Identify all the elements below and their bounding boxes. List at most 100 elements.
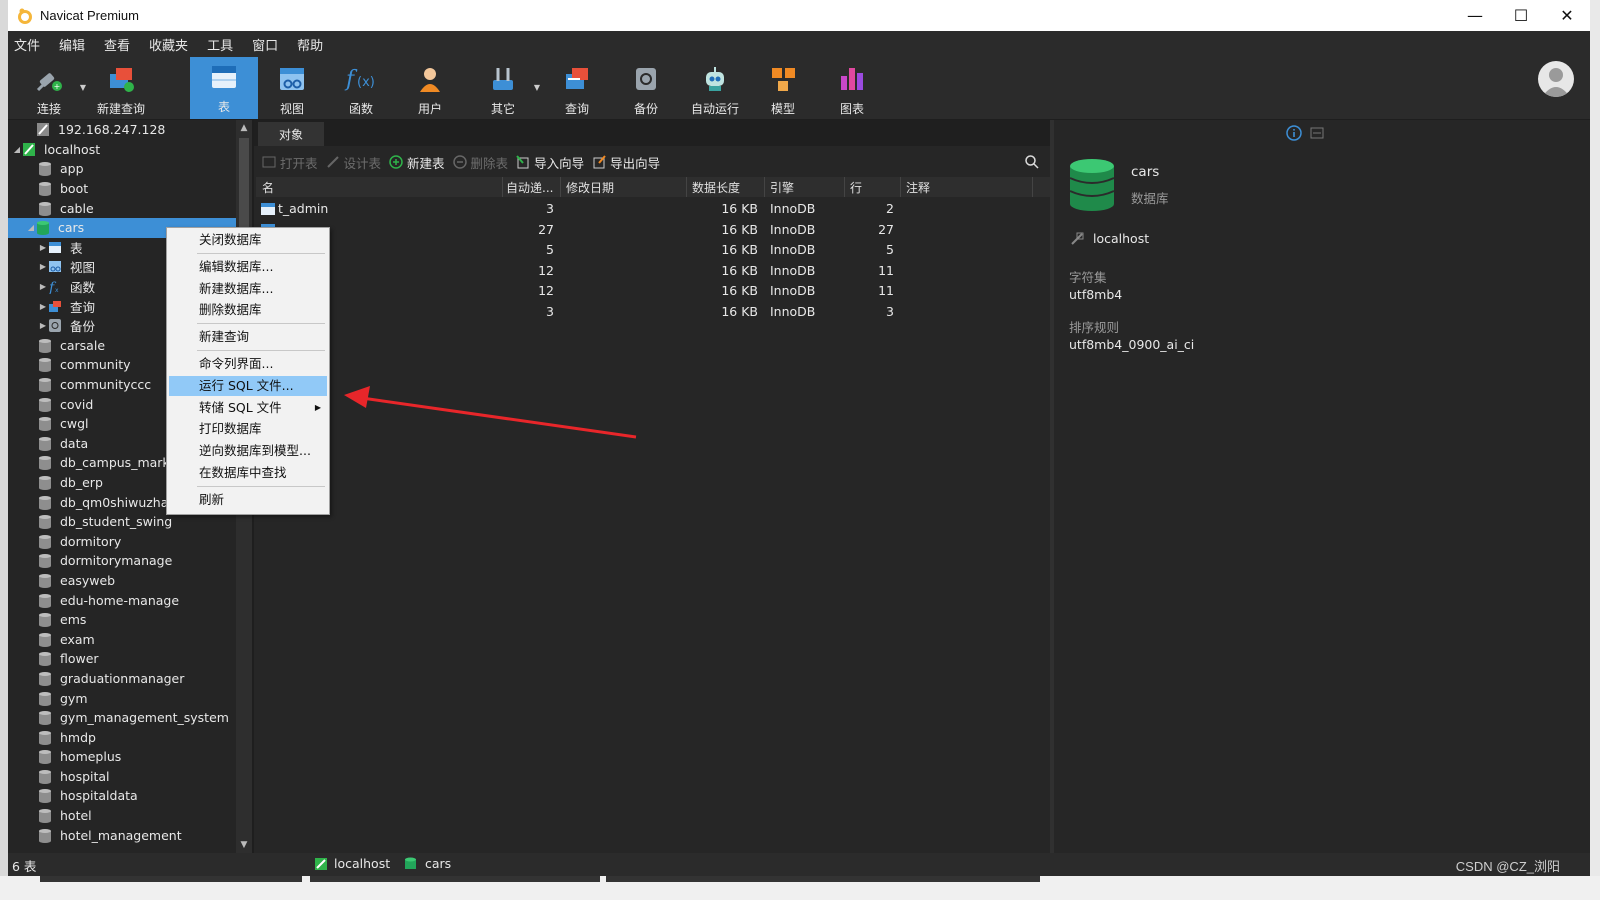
ddl-icon[interactable] — [1310, 126, 1324, 140]
menu-view[interactable]: 查看 — [98, 35, 143, 54]
col-engine[interactable]: 引擎 — [770, 179, 794, 196]
menu-help[interactable]: 帮助 — [291, 35, 336, 54]
expand-icon[interactable]: ▶ — [38, 302, 48, 311]
close-button[interactable]: ✕ — [1544, 0, 1590, 31]
tree-db-homeplus[interactable]: homeplus — [8, 747, 236, 767]
col-auto-increment[interactable]: 自动递... — [506, 179, 553, 196]
chart-button[interactable]: 图表 — [819, 59, 885, 117]
query-label: 查询 — [564, 102, 589, 116]
navicat-logo-icon — [18, 8, 32, 24]
expand-icon[interactable]: ▶ — [38, 282, 48, 291]
info-icon[interactable] — [1286, 125, 1302, 141]
menu-delete-database[interactable]: 删除数据库 — [169, 300, 327, 320]
user-avatar[interactable] — [1538, 61, 1574, 97]
cell-auto-increment: 12 — [538, 262, 554, 278]
tree-db-hospital[interactable]: hospital — [8, 767, 236, 787]
tree-db-ems[interactable]: ems — [8, 610, 236, 630]
tree-db-gym[interactable]: gym — [8, 688, 236, 708]
expand-icon[interactable]: ▶ — [38, 243, 48, 252]
connect-button[interactable]: + 连接 ▼ — [16, 59, 86, 117]
export-wizard-button[interactable]: 导出向导 — [592, 153, 660, 172]
scroll-down-icon[interactable]: ▼ — [236, 837, 252, 853]
tree-db-dormitorymanage[interactable]: dormitorymanage — [8, 551, 236, 571]
collapse-icon[interactable]: ◢ — [26, 223, 36, 232]
tree-db-hmdp[interactable]: hmdp — [8, 727, 236, 747]
tree-conn-remote[interactable]: 192.168.247.128 — [8, 120, 236, 140]
tree-db-edu-home-manage[interactable]: edu-home-manage — [8, 590, 236, 610]
menu-run-sql-file[interactable]: 运行 SQL 文件... — [169, 376, 327, 396]
menu-reverse-to-model[interactable]: 逆向数据库到模型... — [169, 441, 327, 461]
tree-db-app[interactable]: app — [8, 159, 236, 179]
table-row[interactable]: t_admin 3 16 KB InnoDB 2 — [256, 199, 1050, 220]
table-row[interactable]: 27 16 KB InnoDB 27 — [256, 220, 1050, 241]
other-button[interactable]: 其它 ▼ — [470, 59, 540, 117]
tree-conn-localhost[interactable]: ◢ localhost — [8, 140, 236, 160]
menu-new-query[interactable]: 新建查询 — [169, 327, 327, 347]
import-wizard-button[interactable]: 导入向导 — [516, 153, 584, 172]
col-data-length[interactable]: 数据长度 — [692, 179, 740, 196]
collapse-icon[interactable]: ◢ — [12, 145, 22, 154]
menu-print-database[interactable]: 打印数据库 — [169, 419, 327, 439]
tree-db-flower[interactable]: flower — [8, 649, 236, 669]
table-row[interactable]: 12 16 KB InnoDB 11 — [256, 281, 1050, 302]
table-row[interactable]: egory516 KBInnoDB5 — [256, 240, 1050, 261]
menu-new-database[interactable]: 新建数据库... — [169, 279, 327, 299]
col-name[interactable]: 名 — [262, 179, 274, 196]
open-table-button[interactable]: 打开表 — [262, 153, 318, 172]
tree-db-graduationmanager[interactable]: graduationmanager — [8, 669, 236, 689]
user-button[interactable]: 用户 — [397, 59, 463, 117]
menu-refresh[interactable]: 刷新 — [169, 490, 327, 510]
table-button[interactable]: 表 — [190, 57, 258, 119]
menu-edit-database[interactable]: 编辑数据库... — [169, 257, 327, 277]
menu-window[interactable]: 窗口 — [246, 35, 291, 54]
scroll-up-icon[interactable]: ▲ — [236, 120, 252, 136]
new-table-button[interactable]: 新建表 — [389, 153, 445, 172]
col-rows[interactable]: 行 — [850, 179, 862, 196]
menu-dump-sql-file[interactable]: 转储 SQL 文件 ▶ — [169, 398, 327, 418]
menu-tools[interactable]: 工具 — [201, 35, 246, 54]
tree-db-hospitaldata[interactable]: hospitaldata — [8, 786, 236, 806]
menu-favorites[interactable]: 收藏夹 — [143, 35, 201, 54]
model-button[interactable]: 模型 — [750, 59, 816, 117]
expand-icon[interactable]: ▶ — [38, 321, 48, 330]
menu-console[interactable]: 命令列界面... — [169, 354, 327, 374]
status-database-label: cars — [425, 856, 452, 871]
connect-dropdown-icon[interactable]: ▼ — [80, 83, 86, 92]
tree-db-hotel_management[interactable]: hotel_management — [8, 825, 236, 845]
other-dropdown-icon[interactable]: ▼ — [534, 83, 540, 92]
auto-run-button[interactable]: 自动运行 — [682, 59, 748, 117]
minimize-button[interactable]: — — [1452, 0, 1498, 31]
tree-db-exam[interactable]: exam — [8, 629, 236, 649]
menu-close-database[interactable]: 关闭数据库 — [169, 230, 327, 250]
menu-find-in-database[interactable]: 在数据库中查找 — [169, 463, 327, 483]
tree-item-label: cwgl — [60, 416, 89, 432]
user-icon — [413, 62, 447, 96]
menu-edit[interactable]: 编辑 — [53, 35, 98, 54]
tree-db-cable[interactable]: cable — [8, 198, 236, 218]
design-table-button[interactable]: 设计表 — [326, 153, 381, 172]
chart-label: 图表 — [839, 102, 864, 116]
function-button[interactable]: f (x) 函数 — [328, 59, 394, 117]
tree-db-gym_management_system[interactable]: gym_management_system — [8, 708, 236, 728]
backup-button[interactable]: 备份 — [613, 59, 679, 117]
table-row[interactable]: 12 16 KB InnoDB 11 — [256, 261, 1050, 282]
col-modified-date[interactable]: 修改日期 — [566, 179, 614, 196]
tab-objects[interactable]: 对象 — [258, 122, 324, 146]
table-row[interactable]: 3 16 KB InnoDB 3 — [256, 302, 1050, 323]
new-query-button[interactable]: 新建查询 — [88, 59, 154, 117]
menu-file[interactable]: 文件 — [8, 35, 53, 54]
tree-db-dormitory[interactable]: dormitory — [8, 531, 236, 551]
minus-circle-icon — [452, 155, 467, 169]
tree-db-easyweb[interactable]: easyweb — [8, 571, 236, 591]
tree-db-hotel[interactable]: hotel — [8, 806, 236, 826]
view-button[interactable]: 视图 — [259, 59, 325, 117]
expand-icon[interactable]: ▶ — [38, 262, 48, 271]
tree-db-boot[interactable]: boot — [8, 179, 236, 199]
database-icon — [39, 671, 51, 686]
delete-table-button[interactable]: 删除表 — [452, 153, 508, 172]
col-comment[interactable]: 注释 — [906, 179, 930, 196]
query-button[interactable]: 查询 — [544, 59, 610, 117]
cell-engine: InnoDB — [770, 262, 816, 278]
search-icon[interactable] — [1024, 154, 1040, 170]
maximize-button[interactable]: ☐ — [1498, 0, 1544, 31]
